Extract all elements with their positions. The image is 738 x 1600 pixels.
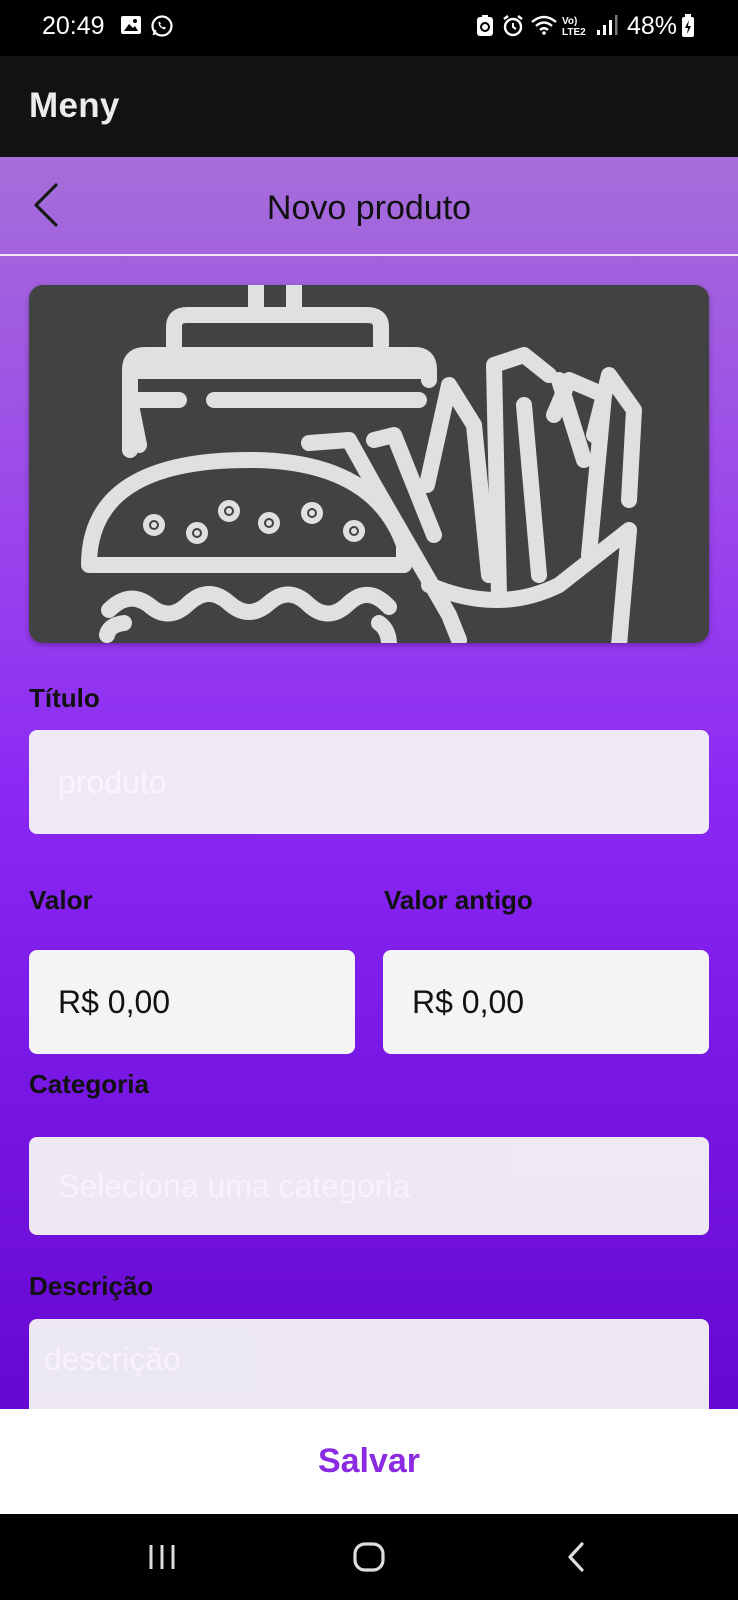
category-label: Categoria [29,1069,149,1099]
app-title: Meny [29,86,120,125]
page-header: Novo produto [0,157,738,256]
product-image-picker[interactable] [29,285,709,643]
category-select[interactable]: Seleciona uma categoria [29,1137,709,1235]
signal-icon [596,14,618,41]
status-time: 20:49 [42,12,105,40]
recent-apps-icon [149,1545,175,1569]
app-bar: Meny [0,56,738,157]
fast-food-illustration-icon [81,285,642,643]
battery-percent: 48% [627,12,678,40]
price-label: Valor [29,885,93,915]
page-title: Novo produto [266,189,472,227]
save-button[interactable]: Salvar [0,1409,738,1514]
recent-apps-button[interactable] [132,1527,192,1587]
description-label: Descrição [29,1271,154,1301]
back-nav-button[interactable] [546,1527,606,1587]
wifi-icon [530,14,558,41]
data-saver-icon [474,14,496,43]
back-icon [568,1542,584,1572]
title-label: Título [29,683,100,713]
price-input[interactable]: R$ 0,00 [29,950,355,1054]
status-bar: 20:49 Vo) LTE2 48% [0,0,738,56]
old-price-input[interactable]: R$ 0,00 [383,950,709,1054]
header-divider [0,254,738,256]
gallery-icon [120,14,142,41]
description-textarea[interactable]: descrição [29,1319,709,1409]
whatsapp-icon [150,14,174,43]
home-button[interactable] [339,1527,399,1587]
title-input[interactable]: produto [29,730,709,834]
new-product-form: Novo produto Título produto Valor Valor … [0,157,738,1409]
network-type-label: Vo) LTE2 [562,16,586,38]
old-price-label: Valor antigo [384,885,533,915]
save-bar: Salvar [0,1409,738,1514]
home-icon [353,1542,385,1572]
battery-icon [681,14,695,43]
alarm-icon [501,14,525,43]
system-nav-bar [0,1514,738,1600]
